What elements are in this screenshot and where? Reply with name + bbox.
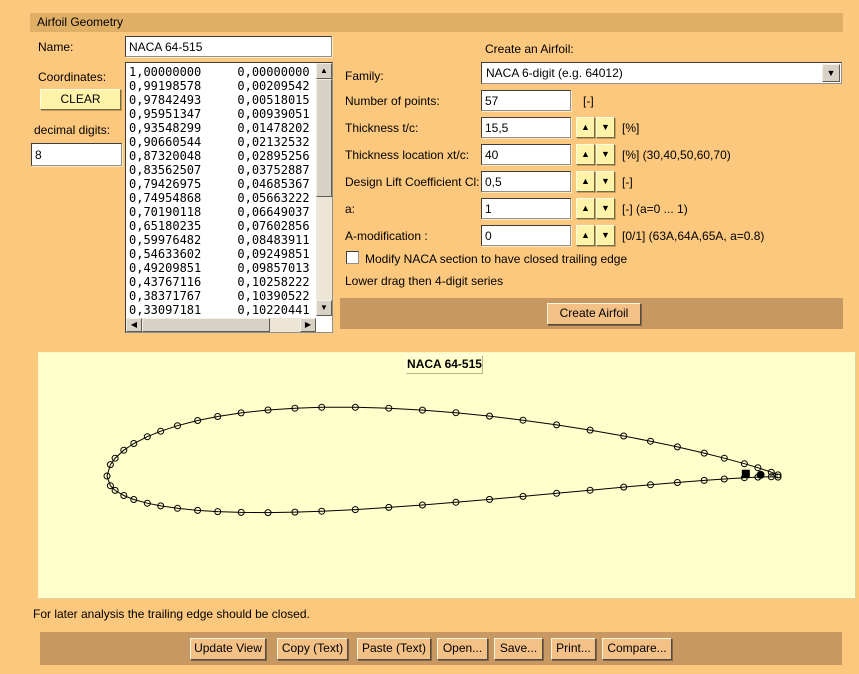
airfoil-geometry-window: { "app": { "title": "Airfoil Geometry" }… <box>0 0 859 674</box>
decimal-digits-frame <box>31 143 122 166</box>
thickness-location-spin-down-icon[interactable]: ▼ <box>596 144 615 165</box>
create-airfoil-button[interactable]: Create Airfoil <box>547 303 641 325</box>
toolbar-button-save[interactable]: Save... <box>494 638 543 660</box>
vscroll-thumb[interactable] <box>316 79 332 197</box>
design-cl-frame <box>481 171 571 192</box>
family-label: Family: <box>345 69 384 83</box>
coordinates-hscrollbar[interactable]: ◀ ▶ <box>126 318 316 332</box>
thickness-spin-up-icon[interactable]: ▲ <box>576 117 595 138</box>
family-info-text: Lower drag then 4-digit series <box>345 274 503 288</box>
toolbar-button-paste-text[interactable]: Paste (Text) <box>357 638 431 660</box>
a-spin-up-icon[interactable]: ▲ <box>576 198 595 219</box>
airfoil-outline-drawing <box>39 353 855 598</box>
toolbar-button-open[interactable]: Open... <box>437 638 488 660</box>
a-modification-unit: [0/1] (63A,64A,65A, a=0.8) <box>622 229 764 243</box>
bottom-toolbar: Update View Copy (Text) Paste (Text) Open..… <box>40 632 842 665</box>
a-modification-frame <box>481 225 571 246</box>
clear-button[interactable]: CLEAR <box>40 89 121 110</box>
create-airfoil-title: Create an Airfoil: <box>485 42 574 56</box>
scroll-down-arrow-icon[interactable]: ▼ <box>316 300 332 316</box>
toolbar-button-update-view[interactable]: Update View <box>190 638 266 660</box>
design-cl-label: Design Lift Coefficient Cl: <box>345 175 480 189</box>
create-airfoil-panel: Create an Airfoil: Family: NACA 6-digit … <box>345 40 843 298</box>
thickness-location-unit: [%] (30,40,50,60,70) <box>622 148 731 162</box>
number-of-points-unit: [-] <box>583 94 594 108</box>
dropdown-arrow-icon[interactable]: ▼ <box>822 64 840 82</box>
coordinates-text: 1,00000000 0,00000000 0,99198578 0,00209… <box>126 63 315 318</box>
a-modification-spin-down-icon[interactable]: ▼ <box>596 225 615 246</box>
a-label: a: <box>345 202 355 216</box>
thickness-input[interactable] <box>482 118 570 137</box>
hscroll-thumb[interactable] <box>142 318 270 332</box>
a-modification-input[interactable] <box>482 226 570 245</box>
thickness-label: Thickness t/c: <box>345 121 418 135</box>
a-spin-down-icon[interactable]: ▼ <box>596 198 615 219</box>
panel-title: Airfoil Geometry <box>37 15 123 29</box>
a-unit: [-] (a=0 ... 1) <box>622 202 688 216</box>
airfoil-plot: NACA 64-515 <box>38 352 856 599</box>
number-of-points-input[interactable] <box>482 91 570 110</box>
scroll-up-arrow-icon[interactable]: ▲ <box>316 63 332 79</box>
design-cl-unit: [-] <box>622 175 633 189</box>
toolbar-button-compare[interactable]: Compare... <box>602 638 672 660</box>
panel-title-bar: Airfoil Geometry <box>30 13 843 32</box>
name-input-frame <box>125 36 332 57</box>
design-cl-spin-down-icon[interactable]: ▼ <box>596 171 615 192</box>
plot-title-box: NACA 64-515 <box>406 355 483 374</box>
design-cl-spin-up-icon[interactable]: ▲ <box>576 171 595 192</box>
design-cl-input[interactable] <box>482 172 570 191</box>
family-selected-value: NACA 6-digit (e.g. 64012) <box>486 66 623 80</box>
thickness-location-frame <box>481 144 571 165</box>
coordinates-label: Coordinates: <box>38 70 106 84</box>
number-of-points-frame <box>481 90 571 111</box>
a-input[interactable] <box>482 199 570 218</box>
thickness-location-input[interactable] <box>482 145 570 164</box>
decimal-digits-label: decimal digits: <box>34 123 110 137</box>
toolbar-button-print[interactable]: Print... <box>551 638 596 660</box>
closed-trailing-edge-checkbox[interactable] <box>346 251 359 264</box>
number-of-points-label: Number of points: <box>345 94 440 108</box>
name-input[interactable] <box>126 37 331 56</box>
scroll-right-arrow-icon[interactable]: ▶ <box>300 318 316 332</box>
a-modification-label: A-modification : <box>345 229 428 243</box>
thickness-unit: [%] <box>622 121 639 135</box>
decimal-digits-input[interactable] <box>32 144 121 165</box>
coordinates-vscrollbar[interactable]: ▲ ▼ <box>316 63 332 316</box>
thickness-location-label: Thickness location xt/c: <box>345 148 469 162</box>
footer-note: For later analysis the trailing edge sho… <box>33 607 310 621</box>
toolbar-button-copy-text[interactable]: Copy (Text) <box>277 638 348 660</box>
thickness-frame <box>481 117 571 138</box>
family-dropdown[interactable]: NACA 6-digit (e.g. 64012) ▼ <box>481 62 842 84</box>
a-frame <box>481 198 571 219</box>
thickness-location-spin-up-icon[interactable]: ▲ <box>576 144 595 165</box>
coordinates-textarea[interactable]: 1,00000000 0,00000000 0,99198578 0,00209… <box>125 62 333 333</box>
a-modification-spin-up-icon[interactable]: ▲ <box>576 225 595 246</box>
name-label: Name: <box>38 40 73 54</box>
thickness-spin-down-icon[interactable]: ▼ <box>596 117 615 138</box>
scroll-left-arrow-icon[interactable]: ◀ <box>126 318 142 332</box>
closed-trailing-edge-label: Modify NACA section to have closed trail… <box>365 252 627 266</box>
